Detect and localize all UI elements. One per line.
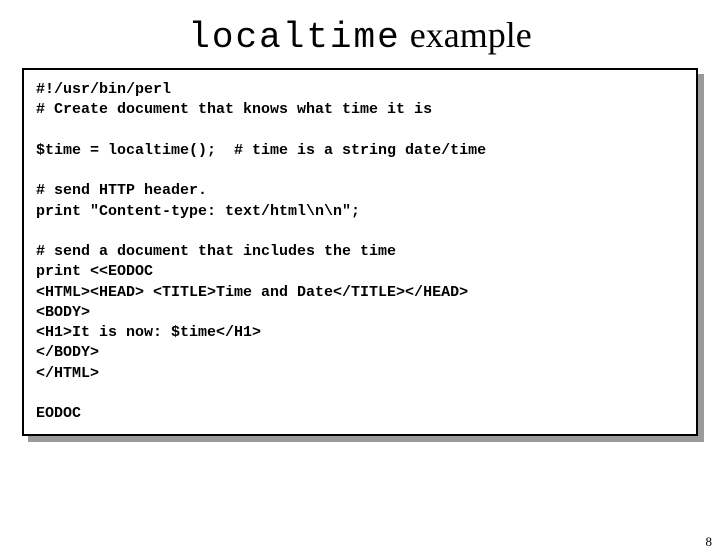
slide-title: localtime example: [0, 14, 720, 58]
code-container: #!/usr/bin/perl # Create document that k…: [22, 68, 698, 436]
title-mono: localtime: [188, 17, 400, 58]
title-rest: example: [401, 15, 532, 55]
page-number: 8: [706, 534, 713, 550]
code-block: #!/usr/bin/perl # Create document that k…: [22, 68, 698, 436]
